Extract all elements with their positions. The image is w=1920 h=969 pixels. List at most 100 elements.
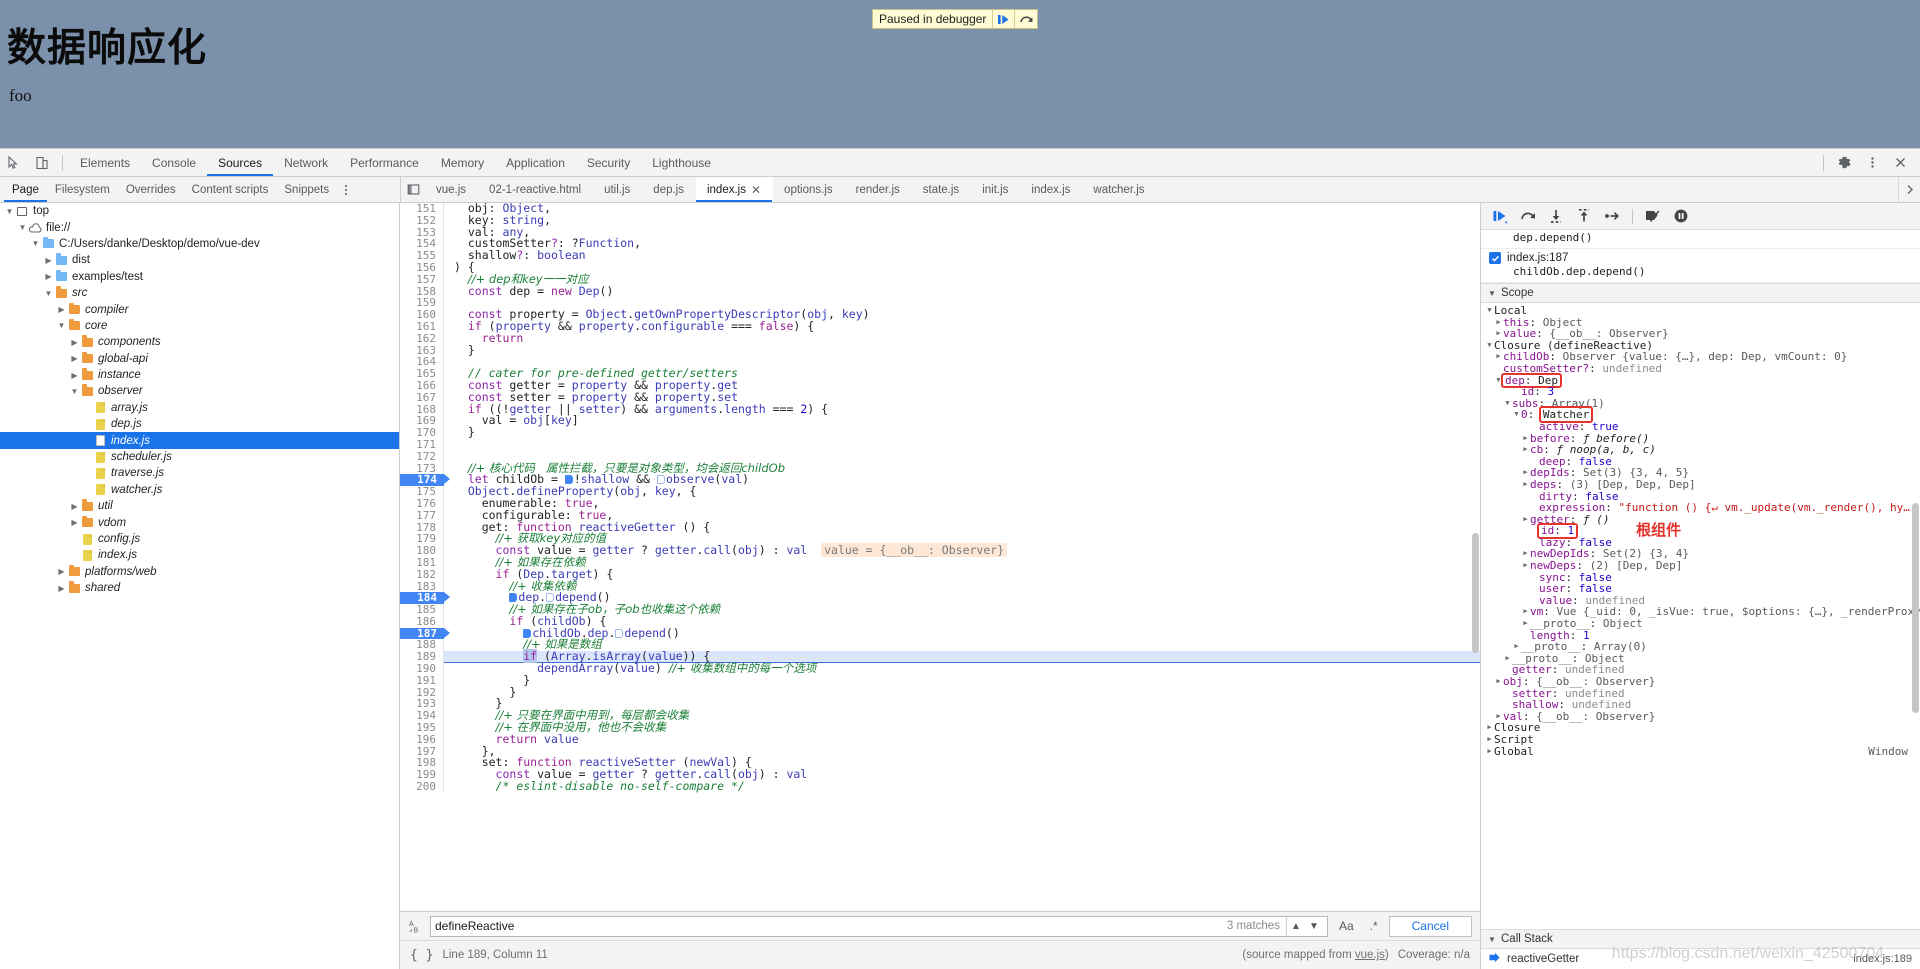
step-over-icon[interactable]: [1515, 204, 1541, 228]
code-line[interactable]: 171: [400, 439, 1480, 451]
regex-button[interactable]: .*: [1365, 916, 1383, 936]
line-number[interactable]: 167: [400, 391, 444, 404]
tree-folder[interactable]: ▶ compiler: [0, 301, 399, 317]
source-map-link[interactable]: vue.js: [1355, 949, 1385, 961]
line-number[interactable]: 182: [400, 568, 444, 581]
code-viewport[interactable]: 151 obj: Object, 152 key: string, 153 val:…: [400, 203, 1480, 911]
breakpoint-item[interactable]: dep.depend(): [1481, 231, 1920, 249]
more-tabs-icon[interactable]: [1898, 177, 1920, 202]
deactivate-breakpoints-icon[interactable]: [1640, 204, 1666, 228]
tree-folder[interactable]: ▶ platforms/web: [0, 564, 399, 580]
navigator-tab-page[interactable]: Page: [4, 177, 47, 202]
search-field-wrapper[interactable]: 3 matches ▲ ▼: [430, 915, 1328, 937]
tree-file[interactable]: watcher.js: [0, 482, 399, 498]
line-number[interactable]: 171: [400, 439, 444, 451]
tab-console[interactable]: Console: [141, 149, 207, 176]
file-tab-dep-js[interactable]: dep.js: [642, 177, 696, 202]
tab-security[interactable]: Security: [576, 149, 641, 176]
tree-folder[interactable]: ▶ vdom: [0, 514, 399, 530]
step-into-icon[interactable]: [1543, 204, 1569, 228]
show-navigator-icon[interactable]: [401, 177, 425, 202]
scope-row[interactable]: ▶ Closure: [1481, 722, 1920, 734]
line-number[interactable]: 172: [400, 450, 444, 463]
tree-file[interactable]: dep.js: [0, 416, 399, 432]
tree-folder[interactable]: ▶ components: [0, 334, 399, 350]
file-tab-init-js[interactable]: init.js: [971, 177, 1020, 202]
navigator-tab-snippets[interactable]: Snippets: [276, 177, 337, 202]
call-stack-section-header[interactable]: ▼ Call Stack: [1481, 929, 1920, 949]
tree-folder[interactable]: ▶ examples/test: [0, 269, 399, 285]
step-over-icon[interactable]: [1015, 10, 1037, 28]
tree-file[interactable]: scheduler.js: [0, 449, 399, 465]
more-vertical-icon[interactable]: [1858, 150, 1886, 176]
tab-memory[interactable]: Memory: [430, 149, 495, 176]
line-number[interactable]: 156: [400, 262, 444, 274]
step-icon[interactable]: [1599, 204, 1625, 228]
tree-file[interactable]: config.js: [0, 531, 399, 547]
file-tab-02-1-reactive-html[interactable]: 02-1-reactive.html: [478, 177, 593, 202]
call-stack-frame[interactable]: reactiveGetter index.js:189: [1481, 949, 1920, 969]
code-line[interactable]: 163 }: [400, 344, 1480, 357]
close-icon[interactable]: [1886, 150, 1914, 176]
line-number[interactable]: 181: [400, 557, 444, 569]
tree-folder[interactable]: ▼ observer: [0, 383, 399, 399]
line-number[interactable]: 152: [400, 214, 444, 227]
toggle-device-toolbar-icon[interactable]: [28, 150, 56, 176]
tree-folder[interactable]: ▼ C:/Users/danke/Desktop/demo/vue-dev: [0, 236, 399, 252]
chevron-down-icon[interactable]: ▼: [1305, 917, 1323, 936]
tab-lighthouse[interactable]: Lighthouse: [641, 149, 722, 176]
pretty-print-icon[interactable]: { }: [410, 948, 433, 963]
close-icon[interactable]: ✕: [751, 183, 761, 197]
code-line[interactable]: 196 return value: [400, 733, 1480, 746]
tree-folder[interactable]: ▶ shared: [0, 580, 399, 596]
navigator-tab-overrides[interactable]: Overrides: [118, 177, 184, 202]
line-number[interactable]: 191: [400, 675, 444, 687]
line-number[interactable]: 186: [400, 616, 444, 628]
editor-scrollbar-thumb[interactable]: [1472, 533, 1479, 653]
tab-application[interactable]: Application: [495, 149, 576, 176]
line-number[interactable]: 176: [400, 498, 444, 510]
line-number[interactable]: 161: [400, 321, 444, 333]
file-navigator[interactable]: ▼ top ▼ file:// ▼ C:/Users/danke/Desktop/demo…: [0, 203, 400, 969]
debugger-scrollbar-thumb[interactable]: [1912, 503, 1919, 713]
code-line[interactable]: 158 const dep = new Dep(): [400, 285, 1480, 298]
checkbox-checked-icon[interactable]: [1489, 252, 1501, 264]
code-line[interactable]: 151 obj: Object,: [400, 203, 1480, 215]
gear-icon[interactable]: [1830, 150, 1858, 176]
tab-network[interactable]: Network: [273, 149, 339, 176]
scope-variable-tree[interactable]: ▼ Local ▶ this: Object ▶ value: {__ob__: Obse…: [1481, 303, 1920, 757]
tree-folder[interactable]: ▶ global-api: [0, 351, 399, 367]
tab-elements[interactable]: Elements: [69, 149, 141, 176]
file-tab-util-js[interactable]: util.js: [593, 177, 642, 202]
chevron-up-icon[interactable]: ▲: [1287, 917, 1305, 936]
scope-section-header[interactable]: ▼ Scope: [1481, 283, 1920, 303]
resume-script-icon[interactable]: [993, 10, 1016, 28]
code-line[interactable]: 191 }: [400, 674, 1480, 687]
tree-folder[interactable]: ▶ instance: [0, 367, 399, 383]
tree-node[interactable]: ▼ file://: [0, 219, 399, 235]
tree-file[interactable]: traverse.js: [0, 465, 399, 481]
code-line[interactable]: 190 dependArray(value) //+ 收集数组中的每一个选项: [400, 662, 1480, 675]
search-input[interactable]: [435, 919, 1227, 933]
code-line[interactable]: 192 }: [400, 686, 1480, 699]
tree-file[interactable]: index.js: [0, 432, 399, 449]
scope-row[interactable]: ▶ Global Window: [1481, 745, 1920, 758]
file-tab-render-js[interactable]: render.js: [845, 177, 912, 202]
navigator-tab-content-scripts[interactable]: Content scripts: [184, 177, 277, 202]
file-tab-watcher-js[interactable]: watcher.js: [1082, 177, 1156, 202]
resume-script-icon[interactable]: [1487, 204, 1513, 228]
file-tab-vue-js[interactable]: vue.js: [425, 177, 478, 202]
line-number[interactable]: 177: [400, 509, 444, 522]
line-number[interactable]: 157: [400, 273, 444, 286]
tree-folder[interactable]: ▶ util: [0, 498, 399, 514]
tree-folder[interactable]: ▶ dist: [0, 252, 399, 268]
breakpoint-item[interactable]: index.js:187 childOb.dep.depend(): [1481, 249, 1920, 283]
tree-node[interactable]: ▼ top: [0, 203, 399, 219]
navigator-tab-filesystem[interactable]: Filesystem: [47, 177, 118, 202]
tree-folder[interactable]: ▼ src: [0, 285, 399, 301]
step-out-icon[interactable]: [1571, 204, 1597, 228]
code-line[interactable]: 161 if (property && property.configurabl…: [400, 320, 1480, 333]
tab-sources[interactable]: Sources: [207, 149, 273, 176]
inspect-element-icon[interactable]: [0, 150, 28, 176]
scope-row[interactable]: ▶ Script: [1481, 734, 1920, 746]
